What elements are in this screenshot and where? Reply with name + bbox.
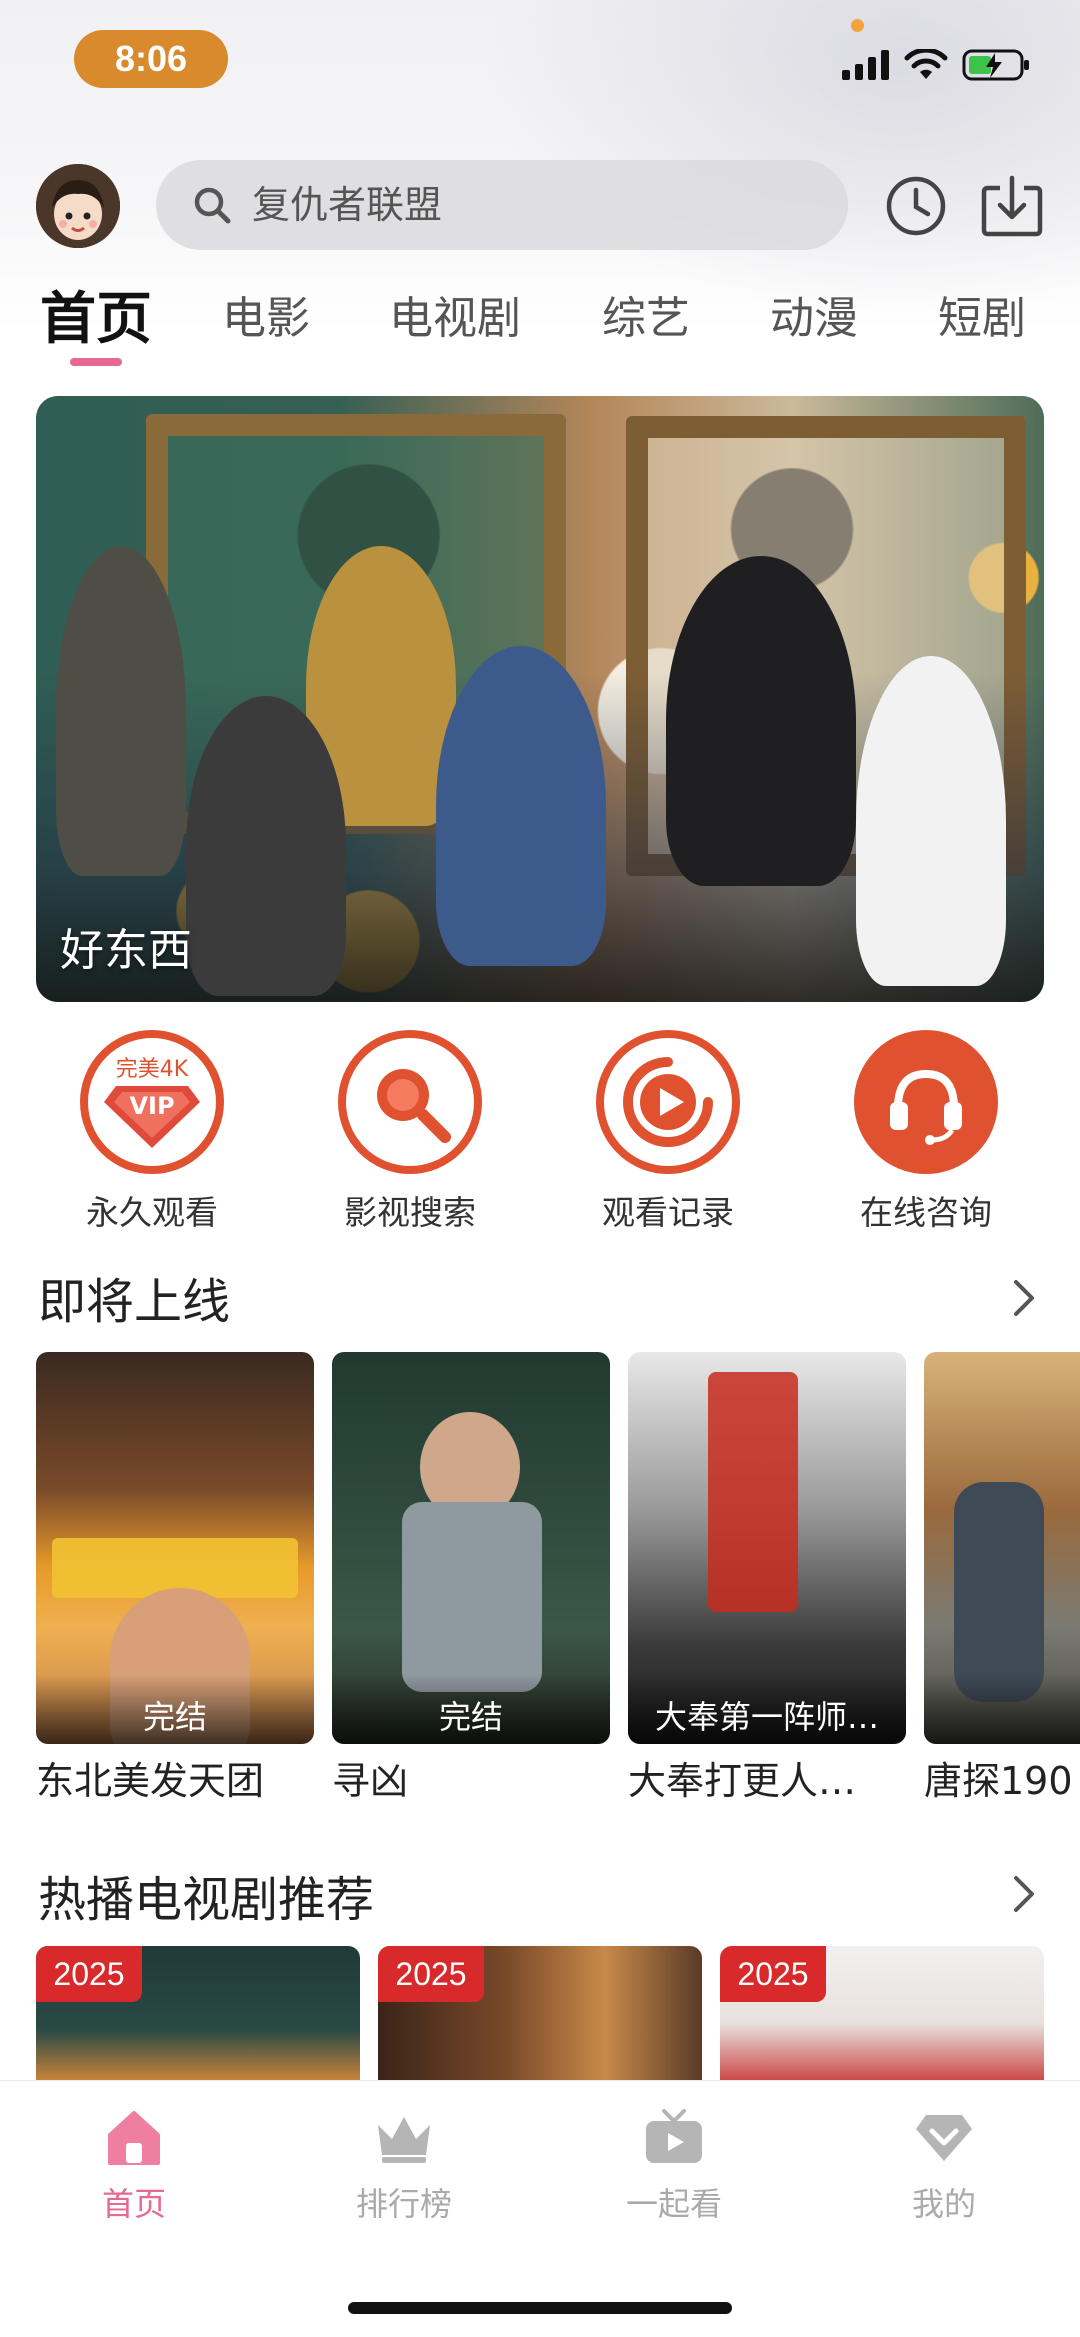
status-badge: 完结	[332, 1674, 610, 1744]
banner-figure	[856, 656, 1006, 986]
avatar[interactable]	[36, 164, 120, 248]
banner-figure	[56, 546, 186, 876]
action-icon-circle	[854, 1030, 998, 1174]
tab-tv-series[interactable]: 电视剧	[389, 282, 521, 346]
nav-label: 一起看	[625, 2185, 722, 2223]
nav-watch-together[interactable]: 一起看	[574, 2107, 774, 2225]
list-item[interactable]: 2025	[378, 1946, 702, 2080]
tab-variety[interactable]: 综艺	[602, 282, 690, 346]
list-item[interactable]: 大奉第一阵师… 大奉打更人…	[628, 1352, 906, 1805]
poster-title: 唐探190	[924, 1759, 1073, 1803]
list-item[interactable]: 完结 寻凶	[332, 1352, 610, 1805]
banner-title: 好东西	[60, 925, 192, 976]
active-tab-indicator	[70, 358, 122, 366]
nav-label: 首页	[101, 2185, 166, 2223]
section-title-upcoming: 即将上线	[38, 1274, 231, 1330]
poster-title-art	[708, 1372, 798, 1612]
banner-figure	[436, 646, 606, 966]
poster-title: 大奉打更人…	[628, 1759, 857, 1803]
list-item[interactable]: 2025	[720, 1946, 1044, 2080]
poster-image: 大奉第一阵师…	[628, 1352, 906, 1744]
nav-label: 排行榜	[355, 2185, 452, 2223]
tab-home[interactable]: 首页	[40, 274, 152, 355]
search-bar[interactable]	[156, 160, 848, 250]
action-online-support[interactable]: 在线咨询	[826, 1030, 1026, 1234]
avatar-illustration	[36, 164, 120, 248]
chevron-right-icon[interactable]	[1006, 1872, 1040, 1916]
banner-figure	[666, 556, 856, 886]
upcoming-list: 完结 东北美发天团 完结 寻凶 大奉第一阵师… 大奉打更人… 完结 唐探190	[36, 1352, 1080, 1812]
poster-figure	[954, 1482, 1044, 1702]
poster-figure	[402, 1502, 542, 1692]
vip-label-text: VIP	[129, 1092, 174, 1120]
status-badge: 大奉第一阵师…	[628, 1674, 906, 1744]
status-badge: 完结	[36, 1674, 314, 1744]
action-icon-circle	[596, 1030, 740, 1174]
action-label: 影视搜索	[344, 1193, 476, 1232]
list-item[interactable]: 2025	[36, 1946, 360, 2080]
tab-movies[interactable]: 电影	[222, 282, 310, 346]
list-item[interactable]: 完结 东北美发天团	[36, 1352, 314, 1805]
banner-figure	[186, 696, 346, 996]
nav-label: 我的	[911, 2185, 976, 2223]
search-icon	[194, 187, 231, 224]
profile-heart-icon	[916, 2115, 972, 2161]
tab-short-drama[interactable]: 短剧	[938, 282, 1026, 346]
quick-actions: 完美4K VIP 永久观看 影视搜索 观看记录 在线咨询	[0, 1030, 1080, 1240]
action-watch-history[interactable]: 观看记录	[568, 1030, 768, 1234]
privacy-indicator-dot	[851, 19, 864, 32]
nav-profile[interactable]: 我的	[844, 2107, 1044, 2225]
tab-anime[interactable]: 动漫	[770, 282, 858, 346]
search-input[interactable]	[252, 183, 812, 227]
status-badge: 完结	[924, 1674, 1080, 1744]
top-header	[0, 160, 1080, 250]
status-icons	[842, 48, 1032, 82]
play-history-icon	[623, 1057, 713, 1147]
section-title-hot-tv: 热播电视剧推荐	[38, 1872, 375, 1928]
year-badge: 2025	[378, 1946, 484, 2002]
list-item[interactable]: 完结 唐探190	[924, 1352, 1080, 1805]
bottom-tab-bar: 首页 排行榜 一起看 我的	[0, 2080, 1080, 2337]
crown-icon	[378, 2117, 430, 2163]
status-bar: 8:06	[0, 0, 1080, 130]
action-permanent-watch[interactable]: 完美4K VIP 永久观看	[52, 1030, 252, 1234]
action-label: 观看记录	[602, 1193, 734, 1232]
chevron-right-icon[interactable]	[1006, 1276, 1040, 1320]
status-time: 8:06	[74, 30, 228, 88]
home-icon	[108, 2111, 160, 2165]
action-icon-circle: 完美4K VIP	[80, 1030, 224, 1174]
vip-diamond-icon: 完美4K VIP	[104, 1057, 200, 1148]
year-badge: 2025	[720, 1946, 826, 2002]
cellular-signal-icon	[842, 50, 889, 80]
home-indicator	[348, 2302, 732, 2314]
poster-title: 寻凶	[332, 1759, 409, 1803]
action-label: 在线咨询	[860, 1193, 992, 1232]
tv-play-icon	[646, 2109, 702, 2163]
year-badge: 2025	[36, 1946, 142, 2002]
history-clock-icon[interactable]	[884, 174, 948, 238]
action-video-search[interactable]: 影视搜索	[310, 1030, 510, 1234]
wifi-icon	[904, 49, 948, 79]
download-icon[interactable]	[980, 174, 1044, 238]
nav-home[interactable]: 首页	[34, 2107, 234, 2225]
nav-ranking[interactable]: 排行榜	[304, 2107, 504, 2225]
poster-image: 完结	[332, 1352, 610, 1744]
poster-title: 东北美发天团	[36, 1759, 265, 1803]
battery-charging-icon	[962, 49, 1029, 81]
action-label: 永久观看	[86, 1193, 218, 1232]
headset-icon	[890, 1069, 962, 1145]
hot-tv-list: 2025 2025 2025	[36, 1946, 1080, 2080]
category-tabs: 首页 电影 电视剧 综艺 动漫 短剧	[0, 270, 1080, 370]
magnifier-icon	[377, 1069, 451, 1143]
hero-banner[interactable]: 好东西	[36, 396, 1044, 1002]
action-icon-circle	[338, 1030, 482, 1174]
poster-image: 完结	[36, 1352, 314, 1744]
poster-image: 完结	[924, 1352, 1080, 1744]
vip-badge-text: 完美4K	[116, 1057, 189, 1082]
